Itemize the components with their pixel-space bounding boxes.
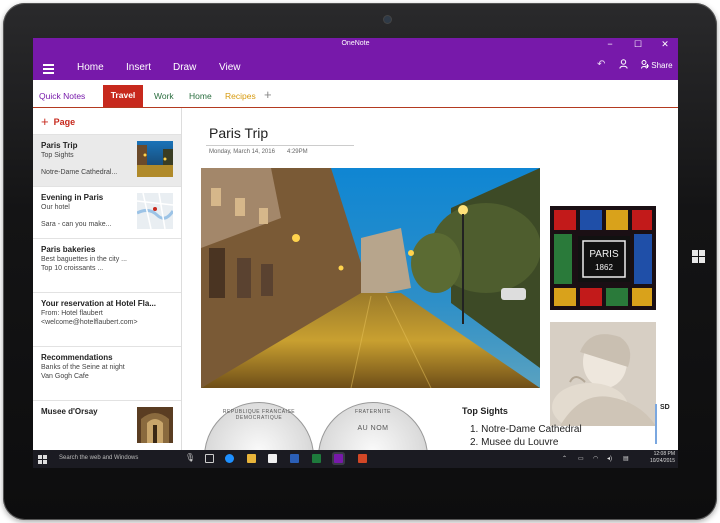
page-item-title: Musee d'Orsay <box>41 407 98 416</box>
file-explorer-icon[interactable] <box>247 454 256 463</box>
page-item-preview: Top Sights <box>41 152 74 159</box>
battery-icon[interactable]: ▭ <box>578 455 584 462</box>
section-tab-quick-notes[interactable]: Quick Notes <box>39 91 85 101</box>
page-date: Monday, March 14, 2016 4:29PM <box>209 149 320 155</box>
add-page-label: Page <box>53 117 76 127</box>
page-title[interactable]: Paris Trip <box>209 125 268 141</box>
stained-glass-text-year: 1862 <box>595 263 613 272</box>
page-item-musee-dorsay[interactable]: Musee d'Orsay <box>33 400 181 451</box>
user-icon[interactable] <box>619 59 628 72</box>
page-item-preview: Best baguettes in the city ... <box>41 256 127 263</box>
windows-hardware-button-icon[interactable] <box>692 250 705 263</box>
page-item-recommendations[interactable]: Recommendations Banks of the Seine at ni… <box>33 346 181 401</box>
top-sights-item[interactable]: 2. Musee du Louvre <box>470 437 582 448</box>
minimize-button[interactable]: − <box>601 39 619 49</box>
page-item-preview: Sara - can you make... <box>41 221 112 228</box>
app-title: OneNote <box>341 40 370 47</box>
title-underline <box>206 145 354 146</box>
tablet-device: OneNote − ☐ ✕ Home Insert Draw View ↶ Sh… <box>0 0 720 523</box>
stained-glass-photo[interactable]: PARIS 1862 <box>550 206 656 310</box>
taskbar-search-box[interactable]: Search the web and Windows <box>59 455 138 461</box>
close-button[interactable]: ✕ <box>656 39 674 50</box>
microphone-icon[interactable]: 🎙 <box>185 453 195 462</box>
page-item-preview: Top 10 croissants ... <box>41 265 104 272</box>
page-item-title: Paris Trip <box>41 141 78 150</box>
page-item-preview: From: Hotel flaubert <box>41 310 103 317</box>
onenote-icon[interactable] <box>334 454 343 463</box>
page-item-title: Recommendations <box>41 353 113 362</box>
page-item-preview: Banks of the Seine at night <box>41 364 125 371</box>
notifications-icon[interactable]: ▤ <box>623 455 629 462</box>
coin-2-text-2: AU NOM <box>357 425 389 432</box>
taskbar-clock[interactable]: 12:08 PM 10/24/2015 <box>641 451 675 465</box>
page-thumbnail-museum <box>137 407 173 443</box>
top-sights-list[interactable]: 1. Notre-Dame Cathedral 2. Musee du Louv… <box>470 424 582 450</box>
page-item-preview: Notre-Dame Cathedral... <box>41 169 118 176</box>
coin-image-1[interactable]: REPUBLIQUE FRANCAISE DEMOCRATIQUE <box>204 402 314 450</box>
page-item-evening-in-paris[interactable]: Evening in Paris Our hotel Sara - can yo… <box>33 186 181 239</box>
maximize-button[interactable]: ☐ <box>629 39 647 50</box>
coin-image-2[interactable]: FRATERNITE AU NOM <box>318 402 428 450</box>
page-item-title: Your reservation at Hotel Fla... <box>41 299 156 308</box>
page-thumbnail-map <box>136 192 175 230</box>
page-item-preview: Our hotel <box>41 204 70 211</box>
stained-glass-text-paris: PARIS <box>589 249 619 260</box>
clock-time: 12:08 PM <box>653 451 675 457</box>
page-canvas[interactable]: Paris Trip Monday, March 14, 2016 4:29PM <box>182 108 678 450</box>
side-note[interactable]: SD <box>655 404 678 444</box>
paris-street-photo[interactable] <box>201 168 540 388</box>
front-camera <box>384 16 391 23</box>
statue-photo[interactable] <box>550 322 656 426</box>
undo-icon[interactable]: ↶ <box>597 59 605 70</box>
powerpoint-icon[interactable] <box>358 454 367 463</box>
windows-taskbar: Search the web and Windows 🎙 ⌃ ▭ ◠ ◂) ▤ … <box>33 450 678 468</box>
page-time-text: 4:29PM <box>286 149 308 155</box>
coin-2-text: FRATERNITE <box>354 409 392 415</box>
coin-1-text: REPUBLIQUE FRANCAISE DEMOCRATIQUE <box>222 409 296 421</box>
section-tab-work[interactable]: Work <box>154 91 174 101</box>
page-item-title: Evening in Paris <box>41 193 104 202</box>
page-item-hotel-reservation[interactable]: Your reservation at Hotel Fla... From: H… <box>33 292 181 347</box>
share-button[interactable]: Share <box>641 60 673 70</box>
section-tab-travel[interactable]: Travel <box>103 85 143 107</box>
ribbon-tab-insert[interactable]: Insert <box>126 62 151 73</box>
start-button-icon[interactable] <box>38 455 47 464</box>
share-label: Share <box>651 61 673 70</box>
page-item-paris-trip[interactable]: Paris Trip Top Sights Notre-Dame Cathedr… <box>33 134 181 187</box>
clock-date: 10/24/2015 <box>649 458 675 464</box>
page-item-preview: <welcome@hotelflaubert.com> <box>41 319 138 326</box>
share-icon <box>641 60 651 70</box>
add-page-icon: + <box>41 114 49 129</box>
page-item-paris-bakeries[interactable]: Paris bakeries Best baguettes in the cit… <box>33 238 181 293</box>
add-page-button[interactable]: + Page <box>41 113 76 129</box>
section-tab-recipes[interactable]: Recipes <box>225 91 256 101</box>
ribbon-tab-draw[interactable]: Draw <box>173 62 196 73</box>
top-sights-heading[interactable]: Top Sights <box>462 406 508 416</box>
page-thumbnail-street <box>137 141 173 177</box>
ribbon-tab-home[interactable]: Home <box>77 62 104 73</box>
store-icon[interactable] <box>268 454 277 463</box>
word-icon[interactable] <box>290 454 299 463</box>
page-item-preview: Van Gogh Cafe <box>41 373 89 380</box>
page-date-text: Monday, March 14, 2016 <box>209 149 275 155</box>
top-sights-item[interactable]: 1. Notre-Dame Cathedral <box>470 424 582 435</box>
excel-icon[interactable] <box>312 454 321 463</box>
section-tabs: Quick Notes Travel Work Home Recipes + <box>33 80 678 108</box>
section-tab-home[interactable]: Home <box>189 91 212 101</box>
page-item-title: Paris bakeries <box>41 245 96 254</box>
add-section-button[interactable]: + <box>264 87 272 102</box>
screen: OneNote − ☐ ✕ Home Insert Draw View ↶ Sh… <box>33 38 678 468</box>
title-bar: OneNote − ☐ ✕ Home Insert Draw View ↶ Sh… <box>33 38 678 80</box>
volume-icon[interactable]: ◂) <box>607 455 612 462</box>
tray-arrow-icon[interactable]: ⌃ <box>562 455 567 462</box>
hamburger-menu-icon[interactable] <box>43 64 54 76</box>
page-list: + Page Paris Trip Top Sights Notre-Dame C… <box>33 108 182 450</box>
wifi-icon[interactable]: ◠ <box>593 455 598 462</box>
ribbon-tab-view[interactable]: View <box>219 62 241 73</box>
edge-browser-icon[interactable] <box>225 454 234 463</box>
task-view-icon[interactable] <box>205 454 214 463</box>
